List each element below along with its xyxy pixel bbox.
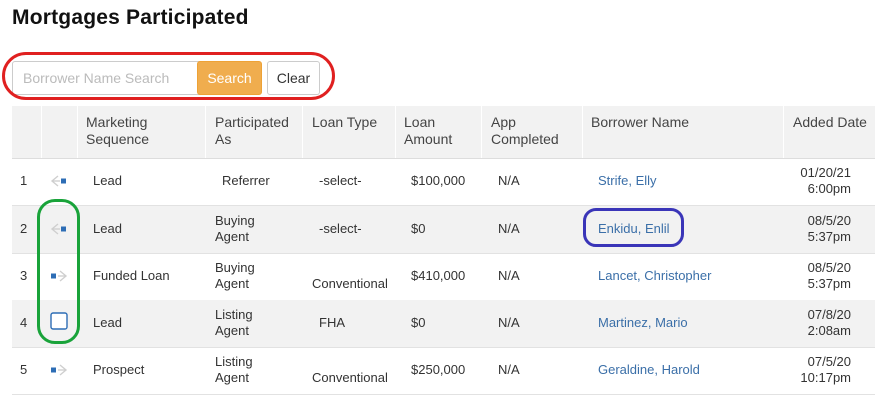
app-completed: N/A xyxy=(498,173,520,188)
added-date: 07/8/20 2:08am xyxy=(807,307,851,338)
row-number: 3 xyxy=(20,268,28,283)
row-number: 1 xyxy=(20,173,28,188)
row-number: 2 xyxy=(20,221,28,236)
table-row: 4 Lead Listing Agent FHA $0 N/A Martinez, Mari… xyxy=(12,300,875,348)
loan-type[interactable]: -select- xyxy=(319,173,362,189)
row-number: 5 xyxy=(20,362,28,377)
participated-as: Buying Agent xyxy=(215,260,255,291)
loan-amount: $250,000 xyxy=(411,362,466,377)
added-date: 08/5/20 5:37pm xyxy=(807,213,851,244)
loan-type[interactable]: Conventional xyxy=(312,370,388,386)
marketing-sequence: Funded Loan xyxy=(93,268,170,283)
arrow-right-icon[interactable] xyxy=(50,363,68,382)
loan-amount: $0 xyxy=(411,221,426,236)
loan-type[interactable]: FHA xyxy=(319,315,345,331)
header-participated-as[interactable]: Participated As xyxy=(215,114,289,148)
borrower-name-link[interactable]: Strife, Elly xyxy=(598,173,657,189)
app-completed: N/A xyxy=(498,362,520,377)
arrow-left-icon[interactable] xyxy=(50,174,68,193)
header-borrower-name[interactable]: Borrower Name xyxy=(591,114,689,131)
checkbox-icon[interactable] xyxy=(50,312,68,335)
app-completed: N/A xyxy=(498,221,520,236)
table-header: Marketing Sequence Participated As Loan … xyxy=(12,106,875,159)
participated-as: Listing Agent xyxy=(215,307,253,338)
header-loan-amount[interactable]: Loan Amount xyxy=(404,114,452,148)
marketing-sequence: Lead xyxy=(93,221,122,236)
arrow-right-icon[interactable] xyxy=(50,269,68,288)
table-row: 2 Lead Buying Agent -select- $0 N/A Enkidu, En… xyxy=(12,206,875,254)
header-app-completed[interactable]: App Completed xyxy=(491,114,559,148)
marketing-sequence: Lead xyxy=(93,315,122,330)
table-row: 1 Lead Referrer -select- $100,000 N/A Strife, … xyxy=(12,158,875,206)
borrower-name-link[interactable]: Martinez, Mario xyxy=(598,315,688,331)
participated-as: Buying Agent xyxy=(215,213,255,244)
header-marketing-sequence[interactable]: Marketing Sequence xyxy=(86,114,149,148)
loan-amount: $410,000 xyxy=(411,268,466,283)
table-row: 3 Funded Loan Buying Agent Conventional $410… xyxy=(12,253,875,301)
added-date: 08/5/20 5:37pm xyxy=(807,260,851,291)
table-row: 5 Prospect Listing Agent Conventional $250,0… xyxy=(12,347,875,395)
borrower-name-link[interactable]: Enkidu, Enlil xyxy=(598,221,670,237)
row-number: 4 xyxy=(20,315,28,330)
search-button[interactable]: Search xyxy=(197,61,262,95)
header-added-date[interactable]: Added Date xyxy=(793,114,867,131)
header-loan-type[interactable]: Loan Type xyxy=(312,114,377,131)
loan-amount: $100,000 xyxy=(411,173,466,188)
added-date: 01/20/21 6:00pm xyxy=(800,165,851,196)
marketing-sequence: Lead xyxy=(93,173,122,188)
app-completed: N/A xyxy=(498,315,520,330)
arrow-left-icon[interactable] xyxy=(50,222,68,241)
clear-button[interactable]: Clear xyxy=(267,61,320,95)
marketing-sequence: Prospect xyxy=(93,362,145,377)
borrower-name-search-input[interactable] xyxy=(12,61,202,95)
loan-type[interactable]: -select- xyxy=(319,221,362,237)
participated-as: Referrer xyxy=(222,173,270,188)
borrower-name-link[interactable]: Geraldine, Harold xyxy=(598,362,700,378)
loan-type[interactable]: Conventional xyxy=(312,276,388,292)
loan-amount: $0 xyxy=(411,315,426,330)
added-date: 07/5/20 10:17pm xyxy=(800,354,851,385)
page-title: Mortgages Participated xyxy=(12,6,249,29)
borrower-name-link[interactable]: Lancet, Christopher xyxy=(598,268,711,284)
app-completed: N/A xyxy=(498,268,520,283)
participated-as: Listing Agent xyxy=(215,354,253,385)
